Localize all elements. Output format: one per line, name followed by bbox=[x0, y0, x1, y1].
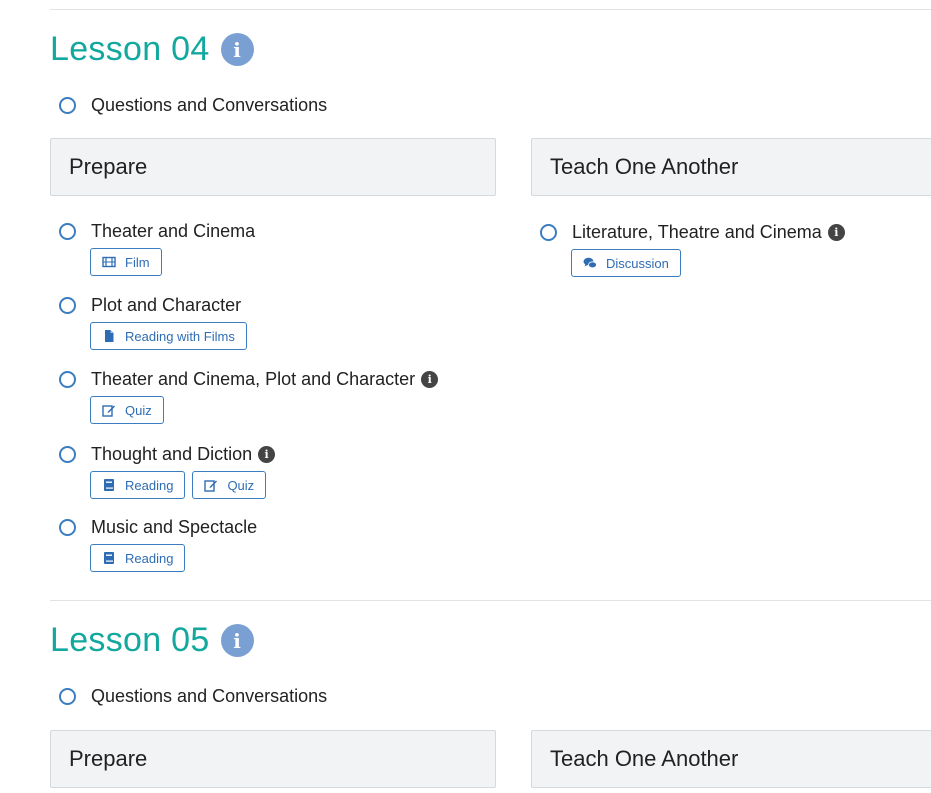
reading-chip-button[interactable]: Reading bbox=[90, 471, 186, 499]
chip-label: Discussion bbox=[606, 255, 669, 271]
item-label: Theater and Cinema, Plot and Character bbox=[91, 369, 416, 389]
item-chips: Reading with Films bbox=[90, 322, 247, 350]
quiz-chip-button[interactable]: Quiz bbox=[90, 396, 164, 424]
list-item-theater-and-cinema[interactable]: Theater and Cinema bbox=[59, 221, 255, 242]
film-chip-button[interactable]: Film bbox=[90, 248, 162, 276]
chip-label: Reading with Films bbox=[125, 328, 235, 344]
list-item-plot-and-character[interactable]: Plot and Character bbox=[59, 295, 241, 316]
progress-circle-icon[interactable] bbox=[59, 446, 76, 463]
info-icon[interactable]: i bbox=[827, 224, 845, 241]
reading-with-films-chip-button[interactable]: Reading with Films bbox=[90, 322, 247, 350]
lesson-info-icon[interactable]: i bbox=[220, 624, 254, 657]
intro-item[interactable]: Questions and Conversations bbox=[59, 686, 327, 707]
chip-label: Film bbox=[125, 254, 150, 270]
progress-circle-icon[interactable] bbox=[540, 224, 557, 241]
item-chips: Reading Quiz bbox=[90, 471, 267, 499]
prepare-header-label: Prepare bbox=[69, 746, 148, 771]
chip-label: Reading bbox=[125, 477, 174, 493]
teach-header-label: Teach One Another bbox=[550, 746, 739, 771]
progress-circle-icon[interactable] bbox=[59, 97, 76, 114]
info-icon[interactable]: i bbox=[421, 371, 439, 388]
item-label: Theater and Cinema bbox=[91, 221, 256, 241]
lesson-04-title: Lesson 04 i bbox=[50, 30, 254, 69]
comments-icon bbox=[583, 256, 597, 270]
list-item-thought-and-diction[interactable]: Thought and Diction i bbox=[59, 444, 276, 465]
item-chips: Film bbox=[90, 248, 162, 276]
teach-header: Teach One Another bbox=[531, 138, 931, 196]
item-chips: Quiz bbox=[90, 396, 164, 424]
progress-circle-icon[interactable] bbox=[59, 371, 76, 388]
film-icon bbox=[102, 255, 116, 269]
item-label: Plot and Character bbox=[91, 295, 242, 315]
teach-header-label: Teach One Another bbox=[550, 154, 739, 179]
list-item-music-and-spectacle[interactable]: Music and Spectacle bbox=[59, 517, 257, 538]
section-divider bbox=[50, 600, 931, 601]
intro-item[interactable]: Questions and Conversations bbox=[59, 95, 327, 116]
lesson-info-icon[interactable]: i bbox=[220, 33, 254, 66]
progress-circle-icon[interactable] bbox=[59, 297, 76, 314]
lesson-title-text: Lesson 05 bbox=[50, 621, 210, 659]
book-icon bbox=[102, 478, 116, 492]
section-divider bbox=[50, 9, 931, 10]
lesson-title-text: Lesson 04 bbox=[50, 30, 210, 68]
edit-icon bbox=[204, 478, 218, 492]
intro-item-label: Questions and Conversations bbox=[91, 95, 328, 115]
chip-label: Reading bbox=[125, 550, 174, 566]
file-icon bbox=[102, 329, 116, 343]
progress-circle-icon[interactable] bbox=[59, 223, 76, 240]
chip-label: Quiz bbox=[227, 477, 255, 493]
prepare-header: Prepare bbox=[50, 730, 496, 788]
list-item-theater-cinema-plot-character[interactable]: Theater and Cinema, Plot and Character i bbox=[59, 369, 439, 390]
list-item-literature-theatre-cinema[interactable]: Literature, Theatre and Cinema i bbox=[540, 222, 845, 243]
progress-circle-icon[interactable] bbox=[59, 688, 76, 705]
item-label: Literature, Theatre and Cinema bbox=[572, 222, 822, 242]
discussion-chip-button[interactable]: Discussion bbox=[571, 249, 681, 277]
teach-header: Teach One Another bbox=[531, 730, 931, 788]
quiz-chip-button[interactable]: Quiz bbox=[192, 471, 267, 499]
prepare-header: Prepare bbox=[50, 138, 496, 196]
intro-item-label: Questions and Conversations bbox=[91, 686, 328, 706]
prepare-header-label: Prepare bbox=[69, 154, 148, 179]
item-label: Thought and Diction bbox=[91, 444, 253, 464]
info-icon[interactable]: i bbox=[258, 446, 276, 463]
item-label: Music and Spectacle bbox=[91, 517, 258, 537]
item-chips: Discussion bbox=[571, 249, 681, 277]
reading-chip-button[interactable]: Reading bbox=[90, 544, 186, 572]
item-chips: Reading bbox=[90, 544, 186, 572]
chip-label: Quiz bbox=[125, 402, 152, 418]
lesson-05-title: Lesson 05 i bbox=[50, 621, 254, 660]
progress-circle-icon[interactable] bbox=[59, 519, 76, 536]
edit-icon bbox=[102, 403, 116, 417]
book-icon bbox=[102, 551, 116, 565]
